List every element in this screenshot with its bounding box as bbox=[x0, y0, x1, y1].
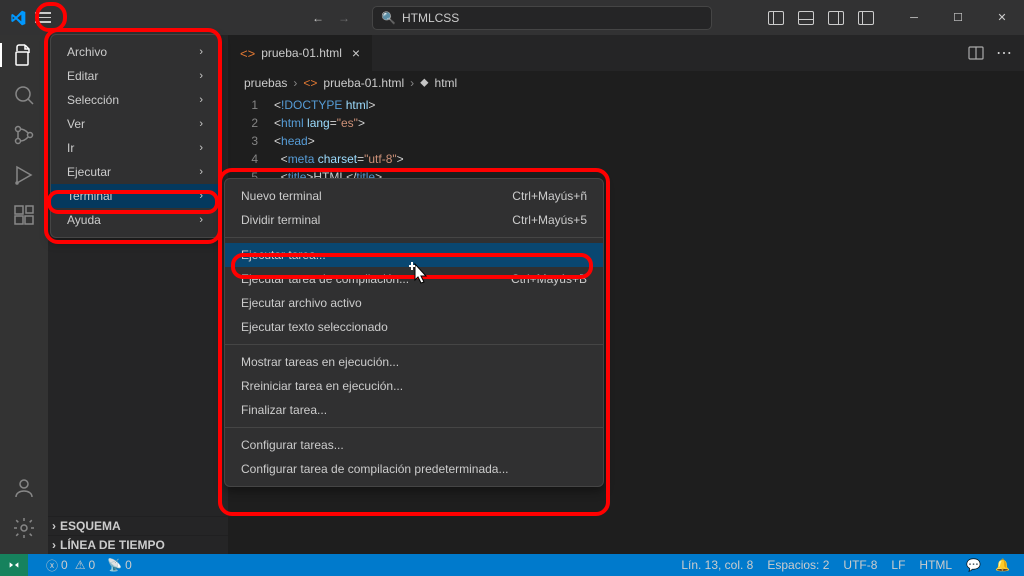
html-file-icon: <> bbox=[240, 46, 255, 61]
window-close-icon[interactable]: ✕ bbox=[980, 0, 1024, 35]
status-errors[interactable]: ⓧ0⚠0 bbox=[46, 557, 95, 574]
submenu-ejecutar-tarea[interactable]: Ejecutar tarea... bbox=[225, 243, 603, 267]
terminal-submenu: Nuevo terminalCtrl+Mayús+ñ Dividir termi… bbox=[224, 178, 604, 487]
breadcrumb[interactable]: pruebas › <> prueba-01.html › ⬥ html bbox=[228, 71, 1024, 96]
menu-separator bbox=[225, 427, 603, 428]
remote-indicator[interactable] bbox=[0, 554, 28, 576]
menu-ejecutar[interactable]: Ejecutar› bbox=[51, 160, 219, 184]
menu-separator bbox=[225, 237, 603, 238]
title-bar-center: ← → 🔍 HTMLCSS bbox=[312, 6, 712, 30]
menu-ir[interactable]: Ir› bbox=[51, 136, 219, 160]
search-activity-icon[interactable] bbox=[12, 83, 36, 107]
menu-separator bbox=[225, 344, 603, 345]
chevron-right-icon: › bbox=[199, 118, 203, 130]
window-minimize-icon[interactable]: ─ bbox=[892, 0, 936, 35]
chevron-right-icon: › bbox=[199, 190, 203, 202]
source-control-icon[interactable] bbox=[12, 123, 36, 147]
menu-terminal[interactable]: Terminal› bbox=[51, 184, 219, 208]
status-feedback-icon[interactable]: 💬 bbox=[966, 558, 981, 572]
explorer-icon[interactable] bbox=[12, 43, 36, 67]
layout-bottom-icon[interactable] bbox=[798, 11, 814, 25]
error-icon: ⓧ bbox=[46, 557, 58, 574]
submenu-ejecutar-archivo[interactable]: Ejecutar archivo activo bbox=[225, 291, 603, 315]
timeline-panel-header[interactable]: ›LÍNEA DE TIEMPO bbox=[48, 535, 228, 554]
search-icon: 🔍 bbox=[381, 11, 396, 25]
hamburger-menu-icon[interactable] bbox=[32, 7, 54, 29]
status-cursor-position[interactable]: Lín. 13, col. 8 bbox=[681, 558, 753, 572]
status-eol[interactable]: LF bbox=[891, 558, 905, 572]
antenna-icon: 📡 bbox=[107, 558, 122, 572]
chevron-right-icon: › bbox=[410, 76, 414, 90]
html-file-icon: <> bbox=[303, 76, 317, 90]
chevron-right-icon: › bbox=[199, 166, 203, 178]
submenu-dividir-terminal: Dividir terminalCtrl+Mayús+5 bbox=[225, 208, 603, 232]
window-maximize-icon[interactable]: ☐ bbox=[936, 0, 980, 35]
submenu-ejecutar-seleccion[interactable]: Ejecutar texto seleccionado bbox=[225, 315, 603, 339]
submenu-configurar-compilacion[interactable]: Configurar tarea de compilación predeter… bbox=[225, 457, 603, 481]
tab-close-icon[interactable]: × bbox=[352, 45, 360, 61]
title-bar-left bbox=[0, 7, 54, 29]
more-actions-icon[interactable]: ⋯ bbox=[996, 43, 1012, 63]
run-debug-icon[interactable] bbox=[12, 163, 36, 187]
search-box[interactable]: 🔍 HTMLCSS bbox=[372, 6, 712, 30]
submenu-reiniciar-tarea: Rreiniciar tarea en ejecución... bbox=[225, 374, 603, 398]
chevron-right-icon: › bbox=[199, 46, 203, 58]
settings-gear-icon[interactable] bbox=[12, 516, 36, 540]
tab-label: prueba-01.html bbox=[261, 46, 342, 60]
chevron-right-icon: › bbox=[199, 70, 203, 82]
status-bell-icon[interactable]: 🔔 bbox=[995, 558, 1010, 572]
chevron-right-icon: › bbox=[52, 538, 56, 552]
split-editor-icon[interactable] bbox=[968, 45, 984, 61]
extensions-icon[interactable] bbox=[12, 203, 36, 227]
submenu-finalizar-tarea: Finalizar tarea... bbox=[225, 398, 603, 422]
submenu-mostrar-tareas: Mostrar tareas en ejecución... bbox=[225, 350, 603, 374]
status-spaces[interactable]: Espacios: 2 bbox=[767, 558, 829, 572]
submenu-configurar-tareas[interactable]: Configurar tareas... bbox=[225, 433, 603, 457]
menu-seleccion[interactable]: Selección› bbox=[51, 88, 219, 112]
chevron-right-icon: › bbox=[52, 519, 56, 533]
layout-custom-icon[interactable] bbox=[858, 11, 874, 25]
activity-bar bbox=[0, 35, 48, 554]
menu-ayuda[interactable]: Ayuda› bbox=[51, 208, 219, 232]
status-bar: ⓧ0⚠0 📡0 Lín. 13, col. 8 Espacios: 2 UTF-… bbox=[0, 554, 1024, 576]
layout-left-icon[interactable] bbox=[768, 11, 784, 25]
status-language[interactable]: HTML bbox=[919, 558, 952, 572]
submenu-ejecutar-compilacion[interactable]: Ejecutar tarea de compilación...Ctrl+May… bbox=[225, 267, 603, 291]
outline-panel-header[interactable]: ›ESQUEMA bbox=[48, 516, 228, 535]
main-menu: Archivo› Editar› Selección› Ver› Ir› Eje… bbox=[50, 34, 220, 238]
nav-forward-icon[interactable]: → bbox=[338, 11, 350, 25]
chevron-right-icon: › bbox=[199, 94, 203, 106]
vscode-logo-icon bbox=[10, 10, 26, 26]
menu-archivo[interactable]: Archivo› bbox=[51, 40, 219, 64]
chevron-right-icon: › bbox=[293, 76, 297, 90]
title-bar-right: ─ ☐ ✕ bbox=[768, 0, 1024, 35]
nav-back-icon[interactable]: ← bbox=[312, 11, 324, 25]
search-text: HTMLCSS bbox=[402, 11, 459, 25]
title-bar: ← → 🔍 HTMLCSS ─ ☐ ✕ bbox=[0, 0, 1024, 35]
submenu-nuevo-terminal[interactable]: Nuevo terminalCtrl+Mayús+ñ bbox=[225, 184, 603, 208]
menu-editar[interactable]: Editar› bbox=[51, 64, 219, 88]
tag-icon: ⬥ bbox=[420, 75, 428, 90]
chevron-right-icon: › bbox=[199, 214, 203, 226]
status-encoding[interactable]: UTF-8 bbox=[843, 558, 877, 572]
tab-prueba-01[interactable]: <> prueba-01.html × bbox=[228, 35, 373, 71]
chevron-right-icon: › bbox=[199, 142, 203, 154]
warning-icon: ⚠ bbox=[75, 558, 86, 572]
tabs-bar: <> prueba-01.html × ⋯ bbox=[228, 35, 1024, 71]
layout-right-icon[interactable] bbox=[828, 11, 844, 25]
account-icon[interactable] bbox=[12, 476, 36, 500]
status-port[interactable]: 📡0 bbox=[107, 558, 132, 572]
nav-arrows: ← → bbox=[312, 11, 350, 25]
menu-ver[interactable]: Ver› bbox=[51, 112, 219, 136]
